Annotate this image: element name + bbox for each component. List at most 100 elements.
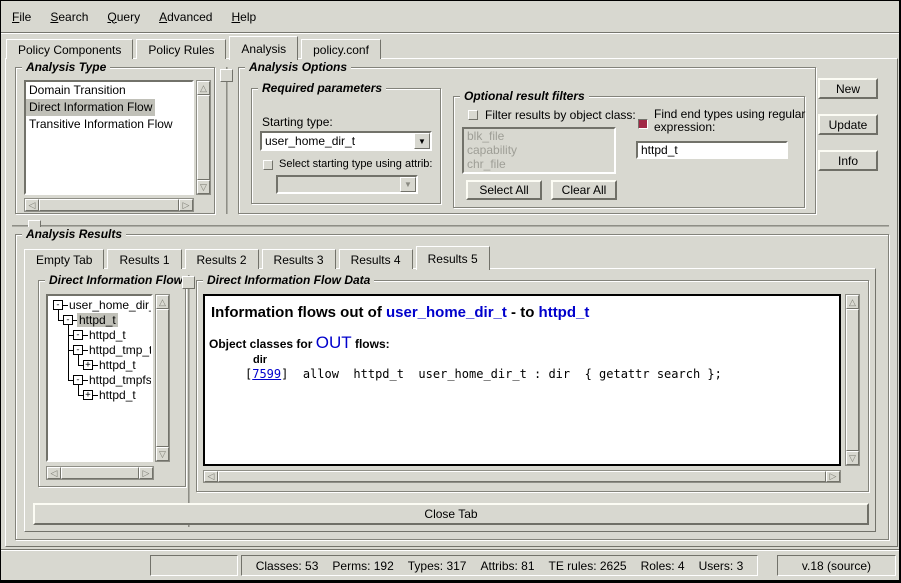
scrollbar-thumb[interactable] [39, 199, 179, 211]
tab-analysis[interactable]: Analysis [229, 36, 298, 60]
menu-search[interactable]: Search [50, 10, 88, 24]
rule-id-link[interactable]: 7599 [252, 367, 281, 381]
filter-by-class-label: Filter results by object class: [485, 108, 636, 122]
rule-text: allow httpd_t user_home_dir_t : dir { ge… [288, 367, 721, 381]
menu-help[interactable]: Help [231, 10, 256, 24]
tree-node-label[interactable]: httpd_t [87, 328, 128, 342]
tree-vscrollbar[interactable]: △ ▽ [155, 294, 170, 462]
optional-filters-title: Optional result filters [460, 89, 589, 103]
optional-filters-frame: Optional result filters Filter results b… [453, 96, 805, 208]
results-tab-content: Direct Information Flow T [24, 268, 876, 532]
scroll-right-icon[interactable]: ▷ [826, 471, 840, 482]
tree-node-label[interactable]: httpd_tmpfs_ [87, 373, 153, 387]
required-parameters-title: Required parameters [258, 81, 386, 95]
attrib-value [278, 177, 400, 192]
tree-node-label[interactable]: httpd_tmp_t [87, 343, 153, 357]
tab-results-1[interactable]: Results 1 [107, 249, 181, 269]
menu-advanced[interactable]: Advanced [159, 10, 212, 24]
menu-file[interactable]: File [12, 10, 31, 24]
tree-toggle-plus[interactable]: + [83, 360, 93, 370]
status-bar: Classes: 53 Perms: 192 Types: 317 Attrib… [1, 549, 899, 580]
tree-toggle-plus[interactable]: + [83, 390, 93, 400]
scrollbar-thumb[interactable] [61, 467, 139, 479]
flow-data-frame: Direct Information Flow Data Information… [196, 280, 869, 492]
tree-node-label[interactable]: user_home_dir_t [67, 298, 153, 312]
scrollbar-thumb[interactable] [156, 309, 169, 447]
tab-results-4[interactable]: Results 4 [339, 249, 413, 269]
results-tab-bar: Empty Tab Results 1 Results 2 Results 3 … [24, 246, 493, 269]
scroll-right-icon[interactable]: ▷ [139, 467, 153, 479]
list-item[interactable]: Transitive Information Flow [26, 116, 176, 133]
analysis-page: Analysis Type Domain Transition Direct I… [5, 58, 898, 547]
tree-node-label[interactable]: httpd_t [97, 388, 138, 402]
list-item-selected[interactable]: Direct Information Flow [26, 99, 155, 116]
attrib-checkbox[interactable] [263, 160, 273, 170]
object-class-list: blk_file capability chr_file [462, 127, 616, 174]
clear-all-button[interactable]: Clear All [551, 180, 617, 200]
tree-toggle-minus[interactable]: - [73, 330, 83, 340]
policy-version: v.18 (source) [802, 559, 871, 573]
scroll-left-icon[interactable]: ◁ [25, 199, 39, 211]
tab-results-3[interactable]: Results 3 [262, 249, 336, 269]
scrollbar-thumb[interactable] [846, 309, 859, 451]
analysis-type-vscrollbar[interactable]: △ ▽ [196, 80, 211, 195]
analysis-results-title: Analysis Results [22, 227, 126, 241]
tab-policy-components[interactable]: Policy Components [6, 39, 133, 59]
attrib-checkbox-label: Select starting type using attrib: [279, 158, 432, 170]
flow-data-title: Direct Information Flow Data [203, 273, 374, 287]
tree-toggle-minus[interactable]: - [73, 375, 83, 385]
scrollbar-thumb[interactable] [197, 95, 210, 180]
menu-query[interactable]: Query [107, 10, 140, 24]
pane-sash-handle[interactable] [220, 69, 233, 82]
scroll-down-icon[interactable]: ▽ [846, 451, 859, 465]
starting-type-label: Starting type: [262, 115, 333, 129]
tree-hscrollbar[interactable]: ◁ ▷ [46, 466, 154, 480]
tab-policy-rules[interactable]: Policy Rules [136, 39, 226, 59]
pane-sash-line [12, 225, 889, 227]
filter-by-class-checkbox[interactable] [468, 110, 478, 120]
info-button[interactable]: Info [818, 150, 878, 171]
object-class-name: dir [253, 354, 267, 366]
regex-input[interactable] [636, 141, 788, 159]
stat-roles: Roles: 4 [641, 559, 685, 573]
regex-checkbox[interactable] [638, 119, 648, 129]
scroll-left-icon[interactable]: ◁ [204, 471, 218, 482]
tree-node-label[interactable]: httpd_t [97, 358, 138, 372]
scroll-left-icon[interactable]: ◁ [47, 467, 61, 479]
flow-tree[interactable]: - user_home_dir_t - httpd_t - httpd_t - … [46, 294, 153, 462]
data-hscrollbar[interactable]: ◁ ▷ [203, 470, 841, 483]
scroll-up-icon[interactable]: △ [156, 295, 169, 309]
pane-sash-handle[interactable] [182, 276, 195, 289]
flow-data-text[interactable]: Information flows out of user_home_dir_t… [203, 294, 841, 466]
update-button[interactable]: Update [818, 114, 878, 135]
scroll-down-icon[interactable]: ▽ [197, 180, 210, 194]
tab-policy-conf[interactable]: policy.conf [301, 39, 381, 59]
analysis-type-hscrollbar[interactable]: ◁ ▷ [24, 198, 194, 212]
main-tab-bar: Policy Components Policy Rules Analysis … [6, 35, 384, 59]
tree-toggle-minus[interactable]: - [63, 315, 73, 325]
scroll-right-icon[interactable]: ▷ [179, 199, 193, 211]
list-item: chr_file [464, 157, 509, 171]
scroll-up-icon[interactable]: △ [846, 295, 859, 309]
scroll-down-icon[interactable]: ▽ [156, 447, 169, 461]
scrollbar-thumb[interactable] [218, 471, 826, 482]
tree-toggle-minus[interactable]: - [73, 345, 83, 355]
scroll-up-icon[interactable]: △ [197, 81, 210, 95]
close-tab-button[interactable]: Close Tab [33, 503, 869, 525]
status-box-version: v.18 (source) [777, 555, 896, 576]
data-vscrollbar[interactable]: △ ▽ [845, 294, 860, 466]
list-item[interactable]: Domain Transition [26, 82, 129, 99]
tab-results-2[interactable]: Results 2 [185, 249, 259, 269]
tab-results-5[interactable]: Results 5 [416, 246, 490, 270]
new-button[interactable]: New [818, 78, 878, 99]
select-all-button[interactable]: Select All [466, 180, 542, 200]
chevron-down-icon[interactable]: ▼ [414, 133, 430, 149]
tab-empty[interactable]: Empty Tab [24, 249, 104, 269]
regex-checkbox-label: Find end types using regular expression: [654, 108, 806, 134]
list-item: capability [464, 143, 520, 157]
tree-node-label-selected[interactable]: httpd_t [77, 313, 118, 327]
analysis-type-list[interactable]: Domain Transition Direct Information Flo… [24, 80, 194, 195]
starting-type-value: user_home_dir_t [262, 133, 414, 149]
starting-type-combobox[interactable]: user_home_dir_t ▼ [260, 131, 432, 151]
tree-toggle-minus[interactable]: - [53, 300, 63, 310]
